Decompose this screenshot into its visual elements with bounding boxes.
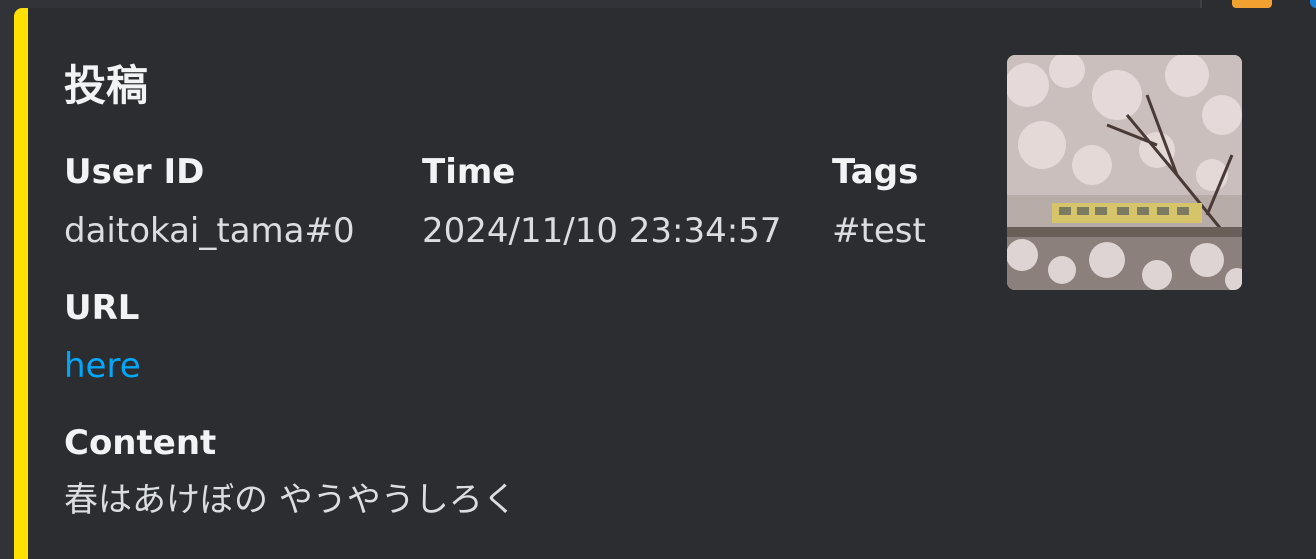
cherry-blossom-train-photo-icon [1007,55,1242,290]
field-name-url: URL [64,288,140,328]
field-name-time: Time [422,152,516,192]
emoji-reaction-icon[interactable] [1232,0,1272,8]
field-value-content: 春はあけぼの やうやうしろく [64,480,517,520]
url-link[interactable]: here [64,346,141,386]
field-value-tags: #test [832,211,926,251]
field-value-user-id: daitokai_tama#0 [64,211,355,251]
embed-accent-bar [14,8,28,559]
field-name-tags: Tags [832,152,919,192]
field-value-time: 2024/11/10 23:34:57 [422,211,782,251]
field-name-content: Content [64,423,217,463]
embed-thumbnail[interactable] [1007,55,1242,290]
field-name-user-id: User ID [64,152,205,192]
embed-title: 投稿 [64,61,149,110]
emoji-reaction-icon[interactable] [1310,0,1316,8]
message-embed: 投稿 User ID daitokai_tama#0 Time 2024/11/… [14,8,1316,559]
